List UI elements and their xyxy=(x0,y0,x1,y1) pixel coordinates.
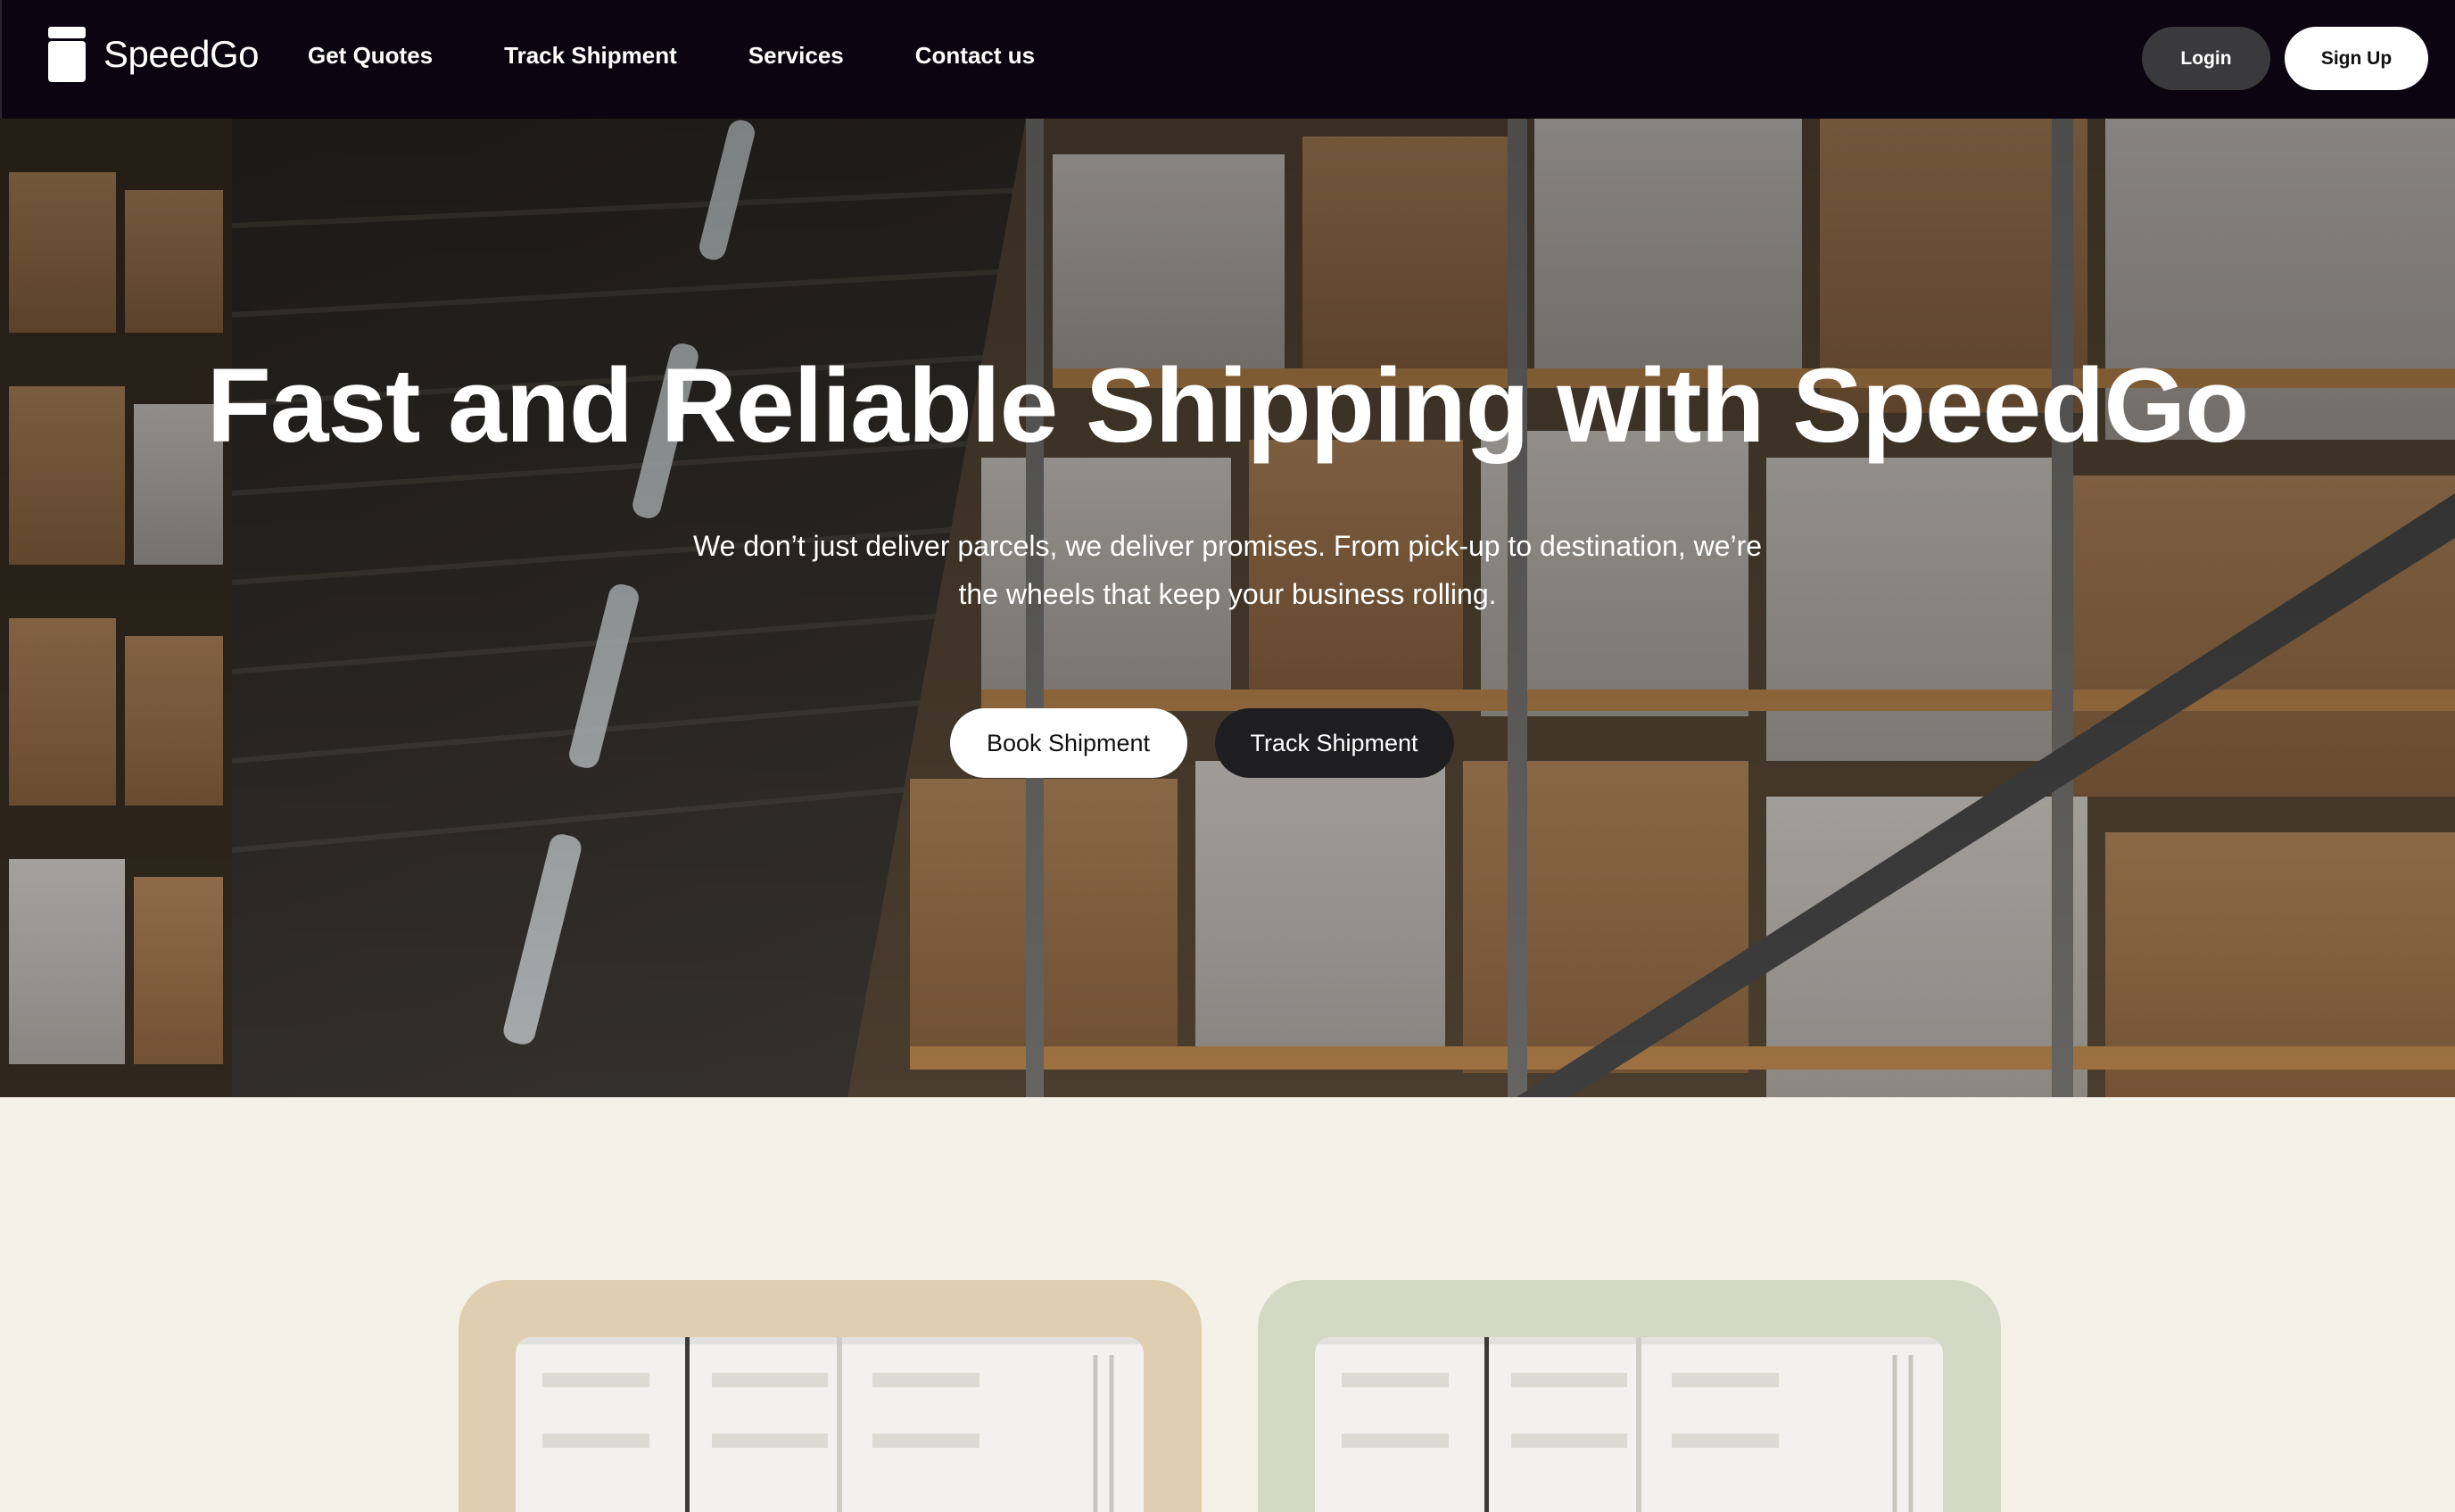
nav-contact-us[interactable]: Contact us xyxy=(915,42,1035,70)
main-nav: Get Quotes Track Shipment Services Conta… xyxy=(308,0,1106,112)
service-card[interactable] xyxy=(1258,1280,2001,1512)
track-shipment-button[interactable]: Track Shipment xyxy=(1214,708,1454,778)
brand-name: SpeedGo xyxy=(103,33,259,75)
hero-content: Fast and Reliable Shipping with SpeedGo … xyxy=(0,119,2455,1097)
shipping-container-image xyxy=(1315,1337,1943,1512)
brand-home-link[interactable]: SpeedGo xyxy=(48,27,259,82)
hero-subtitle: We don’t just deliver parcels, we delive… xyxy=(692,530,1763,610)
hero-title: Fast and Reliable Shipping with SpeedGo xyxy=(206,347,2249,465)
hero-section: Fast and Reliable Shipping with SpeedGo … xyxy=(0,119,2455,1097)
service-card[interactable] xyxy=(459,1280,1202,1512)
nav-track-shipment[interactable]: Track Shipment xyxy=(504,42,677,70)
nav-get-quotes[interactable]: Get Quotes xyxy=(308,42,433,70)
top-navbar: SpeedGo Get Quotes Track Shipment Servic… xyxy=(0,0,2455,119)
shipping-container-image xyxy=(516,1337,1144,1512)
services-cards-section xyxy=(0,1097,2455,1512)
login-button[interactable]: Login xyxy=(2142,27,2270,90)
nav-services[interactable]: Services xyxy=(748,42,844,70)
book-shipment-button[interactable]: Book Shipment xyxy=(949,708,1187,778)
signup-button[interactable]: Sign Up xyxy=(2285,27,2428,90)
auth-actions: Login Sign Up xyxy=(2142,27,2428,90)
hero-buttons: Book Shipment Track Shipment xyxy=(0,708,2455,778)
container-logo-icon xyxy=(48,27,86,82)
